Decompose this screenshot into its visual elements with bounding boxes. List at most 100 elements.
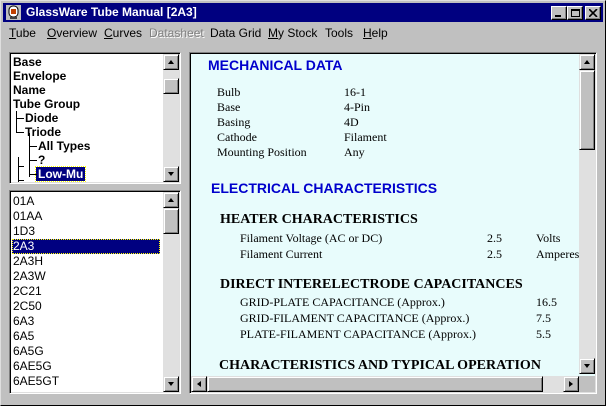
arrow-down-icon	[584, 364, 590, 368]
tree-connector	[16, 111, 17, 133]
list-scroll-up-button[interactable]	[163, 192, 179, 208]
tube-list[interactable]: 01A 01AA 1D3 2A3 2A3H 2A3W 2C21 2C50 6A3…	[9, 190, 181, 394]
list-item[interactable]: 6AE5GT	[12, 374, 160, 389]
capacitance-value: 5.5	[536, 327, 551, 341]
tree-items: Base Envelope Name Tube Group Diode Trio…	[9, 52, 181, 184]
tree-scroll-thumb[interactable]	[163, 78, 179, 94]
tree-scroll-up-button[interactable]	[163, 54, 179, 70]
list-item[interactable]: 2A3W	[12, 269, 160, 284]
arrow-right-icon	[569, 381, 573, 387]
datasheet-scroll-down-button[interactable]	[579, 358, 595, 374]
tree-item-triode[interactable]: Triode	[25, 125, 61, 139]
heater-value: 2.5	[487, 247, 502, 261]
arrow-down-icon	[168, 382, 174, 386]
tree-item-tube-group[interactable]: Tube Group	[13, 97, 80, 111]
arrow-up-icon	[584, 60, 590, 64]
list-item[interactable]: 6A5	[12, 329, 160, 344]
capacitance-value: 7.5	[536, 311, 551, 325]
datasheet-vertical-scrollbar[interactable]	[579, 54, 595, 374]
app-window: GlassWare Tube Manual [2A3] Tube Overvie…	[0, 0, 606, 406]
heater-label: Filament Voltage (AC or DC)	[240, 231, 383, 245]
capacitance-heading: DIRECT INTERELECTRODE CAPACITANCES	[220, 277, 523, 292]
mech-label: Basing	[217, 115, 251, 129]
minimize-button[interactable]	[551, 6, 567, 20]
tree-connector	[29, 133, 30, 177]
list-scroll-thumb[interactable]	[163, 208, 179, 234]
maximize-icon	[571, 9, 580, 17]
menu-overview[interactable]: Overview	[47, 26, 97, 40]
menu-curves[interactable]: Curves	[104, 26, 142, 40]
mech-value: 4D	[344, 115, 359, 129]
list-item[interactable]: 01AA	[12, 209, 160, 224]
tree-vertical-scrollbar[interactable]	[163, 54, 179, 182]
electrical-heading: ELECTRICAL CHARACTERISTICS	[211, 180, 438, 196]
list-item[interactable]: 1D3	[12, 224, 160, 239]
list-item[interactable]: 6AE5G	[12, 359, 160, 374]
tube-app-icon	[6, 5, 21, 20]
heater-label: Filament Current	[240, 247, 323, 261]
list-vertical-scrollbar[interactable]	[163, 192, 179, 392]
tree-item-envelope[interactable]: Envelope	[13, 69, 66, 83]
mechanical-data-heading: MECHANICAL DATA	[208, 57, 343, 73]
tree-item-unknown[interactable]: ?	[38, 153, 45, 167]
capacitance-label: PLATE-FILAMENT CAPACITANCE (Approx.)	[240, 327, 477, 341]
mech-value: Filament	[344, 130, 387, 144]
mech-label: Cathode	[217, 130, 257, 144]
tree-item-base[interactable]: Base	[13, 55, 42, 69]
tree-scroll-down-button[interactable]	[163, 166, 179, 182]
title-bar[interactable]: GlassWare Tube Manual [2A3]	[3, 3, 603, 22]
list-item[interactable]: 2C21	[12, 284, 160, 299]
datasheet-vscroll-thumb[interactable]	[579, 70, 595, 150]
arrow-up-icon	[168, 60, 174, 64]
arrow-down-icon	[168, 172, 174, 176]
mech-label: Base	[217, 100, 241, 114]
list-item[interactable]: 01A	[12, 194, 160, 209]
datasheet-pane[interactable]: MECHANICAL DATA Bulb 16-1 Base 4-Pin Bas…	[189, 52, 597, 394]
datasheet-hscroll-thumb[interactable]	[207, 376, 543, 392]
datasheet-horizontal-scrollbar[interactable]	[191, 376, 579, 392]
list-scroll-down-button[interactable]	[163, 376, 179, 392]
mech-value: 4-Pin	[344, 100, 371, 114]
mech-label: Bulb	[217, 85, 241, 99]
menu-tube[interactable]: Tube	[9, 26, 36, 40]
menu-help[interactable]: Help	[363, 26, 388, 40]
tree-connector	[29, 146, 37, 147]
tree-item-all-types[interactable]: All Types	[38, 139, 90, 153]
menu-bar: Tube Overview Curves Datasheet Data Grid…	[3, 23, 603, 42]
heater-value: 2.5	[487, 231, 502, 245]
maximize-button[interactable]	[567, 6, 583, 20]
tree-item-low-mu[interactable]: Low-Mu	[34, 166, 87, 182]
list-item[interactable]: 6A5G	[12, 344, 160, 359]
mech-label: Mounting Position	[217, 145, 307, 159]
menu-datasheet[interactable]: Datasheet	[149, 26, 204, 40]
heater-unit: Amperes	[536, 247, 580, 261]
tree-connector	[16, 132, 24, 133]
list-item[interactable]: 2A3H	[12, 254, 160, 269]
menu-data-grid[interactable]: Data Grid	[210, 26, 261, 40]
window-title: GlassWare Tube Manual [2A3]	[26, 5, 197, 19]
tree-connector	[29, 174, 37, 175]
tree-item-diode[interactable]: Diode	[25, 111, 58, 125]
close-icon	[589, 9, 598, 17]
tree-connector	[29, 160, 37, 161]
arrow-left-icon	[197, 381, 201, 387]
scrollbar-corner	[579, 376, 595, 392]
datasheet-scroll-left-button[interactable]	[191, 376, 207, 392]
menu-my-stock[interactable]: My Stock	[268, 26, 317, 40]
list-item[interactable]: 2C50	[12, 299, 160, 314]
datasheet-scroll-right-button[interactable]	[563, 376, 579, 392]
list-item-selected[interactable]: 2A3	[12, 239, 160, 254]
capacitance-value: 16.5	[536, 295, 557, 309]
list-item[interactable]: 6A3	[12, 314, 160, 329]
typical-operation-heading: CHARACTERISTICS AND TYPICAL OPERATION	[219, 358, 541, 373]
mech-value: Any	[344, 145, 365, 159]
capacitance-label: GRID-FILAMENT CAPACITANCE (Approx.)	[240, 311, 470, 325]
heater-unit: Volts	[536, 231, 561, 245]
menu-tools[interactable]: Tools	[325, 26, 353, 40]
minimize-icon	[555, 15, 561, 17]
datasheet-scroll-up-button[interactable]	[579, 54, 595, 70]
heater-heading: HEATER CHARACTERISTICS	[220, 212, 418, 227]
close-button[interactable]	[585, 6, 601, 20]
arrow-up-icon	[168, 198, 174, 202]
tree-item-name[interactable]: Name	[13, 83, 46, 97]
